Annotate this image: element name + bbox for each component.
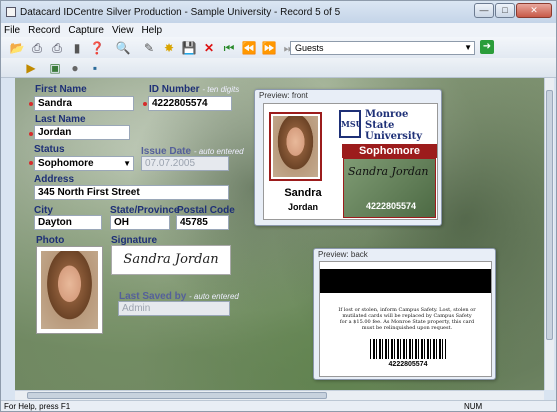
city-field[interactable]: Dayton [34, 215, 102, 230]
menu-bar: File Record Capture View Help [1, 23, 556, 37]
card-photo [269, 112, 322, 181]
menu-capture[interactable]: Capture [68, 25, 104, 36]
scroll-thumb[interactable] [27, 392, 327, 399]
card-last-name: Jordan [287, 202, 318, 212]
encode-icon[interactable]: ▮ [69, 40, 85, 56]
group-dropdown[interactable]: Guests ▼ [290, 41, 475, 55]
card-signature-panel: Sandra Jordan 4222805574 [343, 158, 436, 218]
menu-record[interactable]: Record [28, 25, 60, 36]
secondary-toolbar: ▶ ▣ ● ▪ [1, 58, 556, 78]
tool-d-icon[interactable]: ▪ [87, 60, 103, 76]
print-icon[interactable]: ⎙ [29, 40, 45, 56]
card-signature: Sandra Jordan [348, 165, 429, 178]
app-window: Datacard IDCentre Silver Production - Sa… [0, 0, 557, 412]
card-front: MSU Monroe State University Sophomore Sa… [263, 103, 438, 220]
required-marker [29, 161, 33, 165]
uni-name-3: University [365, 131, 423, 142]
window-title: Datacard IDCentre Silver Production - Sa… [20, 6, 341, 18]
card-first-name: Sandra [284, 187, 322, 199]
id-number-hint: - ten digits [202, 85, 240, 94]
new-record-icon[interactable]: ✸ [161, 40, 177, 56]
card-id: 4222805574 [366, 201, 417, 211]
status-label: Status [34, 144, 65, 155]
signature-field[interactable]: Sandra Jordan [111, 245, 231, 275]
portrait-image [41, 251, 98, 329]
first-name-field[interactable]: Sandra [34, 96, 134, 111]
tool-b-icon[interactable]: ▣ [47, 60, 63, 76]
menu-help[interactable]: Help [141, 25, 162, 36]
delete-icon[interactable]: ✕ [201, 40, 217, 56]
postal-code-field[interactable]: 45785 [176, 215, 229, 230]
tool-a-icon[interactable]: ▶ [23, 60, 39, 76]
issue-date-hint: - auto entered [193, 147, 244, 156]
camera-icon[interactable]: ● [67, 60, 83, 76]
window-controls: — □ ✕ [473, 3, 552, 18]
preview-back-panel[interactable]: Preview: back If lost or stolen, inform … [313, 248, 496, 380]
last-name-label: Last Name [35, 114, 86, 125]
preview-back-title: Preview: back [318, 250, 368, 259]
barcode-number: 4222805574 [388, 361, 428, 368]
menu-view[interactable]: View [112, 25, 134, 36]
address-label: Address [34, 174, 75, 185]
help-icon[interactable]: ❓ [89, 40, 105, 56]
card-level-banner: Sophomore [342, 144, 437, 158]
horizontal-scrollbar[interactable] [15, 390, 544, 400]
status-bar: For Help, press F1 NUM [1, 400, 556, 411]
open-folder-icon[interactable]: 📂 [9, 40, 25, 56]
address-field[interactable]: 345 North First Street [34, 185, 229, 200]
status-dropdown[interactable]: Sophomore ▼ [34, 156, 134, 171]
card-back-text: If lost or stolen, inform Campus Safety.… [338, 307, 476, 331]
photo-field[interactable] [36, 246, 103, 334]
status-value: Sophomore [38, 158, 94, 169]
edit-icon[interactable]: ✎ [141, 40, 157, 56]
issue-date-field: 07.07.2005 [141, 156, 229, 171]
close-button[interactable]: ✕ [516, 3, 552, 18]
chevron-down-icon: ▼ [464, 43, 472, 52]
next-record-icon[interactable]: ⏩ [261, 40, 277, 56]
previous-record-icon[interactable]: ⏪ [241, 40, 257, 56]
vertical-scrollbar[interactable] [544, 78, 554, 390]
scroll-thumb[interactable] [546, 90, 553, 340]
required-marker [29, 102, 33, 106]
card-back: If lost or stolen, inform Campus Safety.… [319, 261, 492, 377]
last-name-field[interactable]: Jordan [34, 125, 130, 140]
group-dropdown-value: Guests [295, 43, 324, 53]
app-icon [6, 7, 16, 17]
photo-label: Photo [36, 235, 65, 246]
title-bar: Datacard IDCentre Silver Production - Sa… [1, 1, 556, 23]
id-number-label-text: ID Number [149, 84, 200, 95]
last-saved-field: Admin [118, 301, 230, 316]
required-marker [143, 102, 147, 106]
minimize-button[interactable]: — [474, 3, 494, 18]
msu-logo: MSU [339, 110, 361, 138]
chevron-down-icon: ▼ [123, 159, 131, 168]
preview-front-title: Preview: front [259, 91, 308, 100]
go-arrow-icon[interactable]: ➜ [480, 40, 494, 54]
barcode [370, 339, 446, 359]
required-marker [29, 132, 33, 136]
magnetic-stripe [320, 269, 491, 293]
maximize-button[interactable]: □ [495, 3, 515, 18]
uni-name-1: Monroe [365, 109, 409, 120]
state-field[interactable]: OH [110, 215, 170, 230]
portrait-image [273, 116, 318, 177]
find-icon[interactable]: 🔍 [115, 40, 131, 56]
save-icon[interactable]: 💾 [181, 40, 197, 56]
first-name-label: First Name [35, 84, 87, 95]
first-record-icon[interactable]: ⏮ [221, 40, 237, 56]
last-saved-hint: - auto entered [189, 292, 239, 301]
preview-front-panel[interactable]: Preview: front MSU Monroe State Universi… [254, 89, 442, 226]
id-number-label: ID Number - ten digits [149, 84, 239, 95]
menu-file[interactable]: File [4, 25, 20, 36]
id-number-field[interactable]: 4222805574 [148, 96, 232, 111]
num-lock-indicator: NUM [464, 402, 483, 411]
status-help-text: For Help, press F1 [4, 402, 71, 411]
print-all-icon[interactable]: ⎙ [49, 40, 65, 56]
uni-name-2: State [365, 120, 395, 131]
